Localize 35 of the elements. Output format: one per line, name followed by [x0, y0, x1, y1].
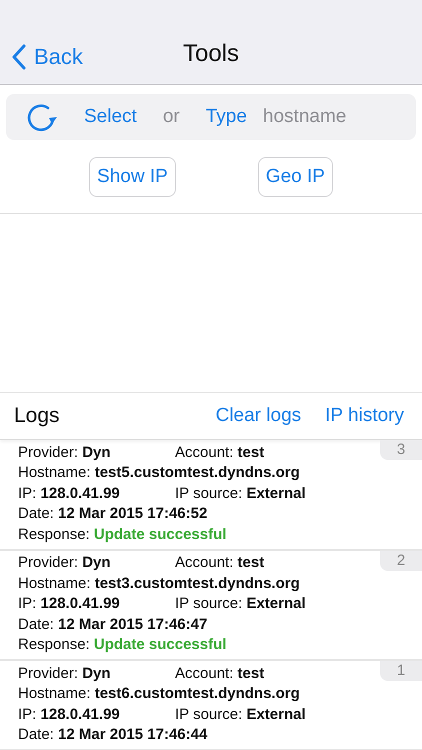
log-field: IP: 128.0.41.99 [18, 484, 175, 502]
log-field: IP source: External [175, 706, 306, 723]
back-button[interactable]: Back [12, 44, 83, 70]
log-field: Account: test [175, 444, 264, 461]
or-label: or [162, 106, 180, 128]
log-field: Date: 12 Mar 2015 17:46:52 [18, 505, 208, 522]
log-field: IP: 128.0.41.99 [18, 595, 175, 612]
type-button[interactable]: Type [206, 106, 247, 128]
screen-title: Tools [182, 40, 240, 68]
log-field: Provider: Dyn [18, 554, 175, 572]
log-field: Provider: Dyn [18, 664, 175, 682]
action-button[interactable]: Geo IP [258, 157, 333, 197]
log-field: IP: 128.0.41.99 [18, 706, 175, 723]
log-field: Account: test [175, 554, 264, 572]
log-field: Hostname: test5.customtest.dyndns.org [18, 464, 300, 482]
log-field: IP source: External [175, 484, 306, 502]
log-field: Provider: Dyn [18, 444, 175, 461]
log-field: Response: Update successful [18, 526, 226, 543]
log-field: Date: 12 Mar 2015 17:46:44 [18, 726, 208, 744]
log-field: Hostname: test3.customtest.dyndns.org [18, 574, 300, 592]
log-field: Date: 12 Mar 2015 17:46:47 [18, 616, 208, 633]
log-field: Hostname: test6.customtest.dyndns.org [18, 685, 300, 702]
hostname-field[interactable]: hostname [262, 106, 383, 128]
chevron-left-icon [12, 44, 26, 70]
entry-number-tag: 2 [380, 550, 422, 570]
logs-action-link[interactable]: Clear logs [216, 405, 302, 427]
log-field: IP source: External [175, 595, 306, 612]
entry-number-tag: 3 [380, 440, 422, 460]
select-button[interactable]: Select [84, 106, 137, 128]
entry-number-tag: 1 [380, 661, 422, 681]
logs-heading: Logs [14, 404, 60, 428]
logs-action-link[interactable]: IP history [325, 405, 404, 427]
action-button[interactable]: Show IP [89, 157, 176, 197]
log-field: Account: test [175, 664, 264, 682]
log-field: Response: Update successful [18, 636, 226, 654]
